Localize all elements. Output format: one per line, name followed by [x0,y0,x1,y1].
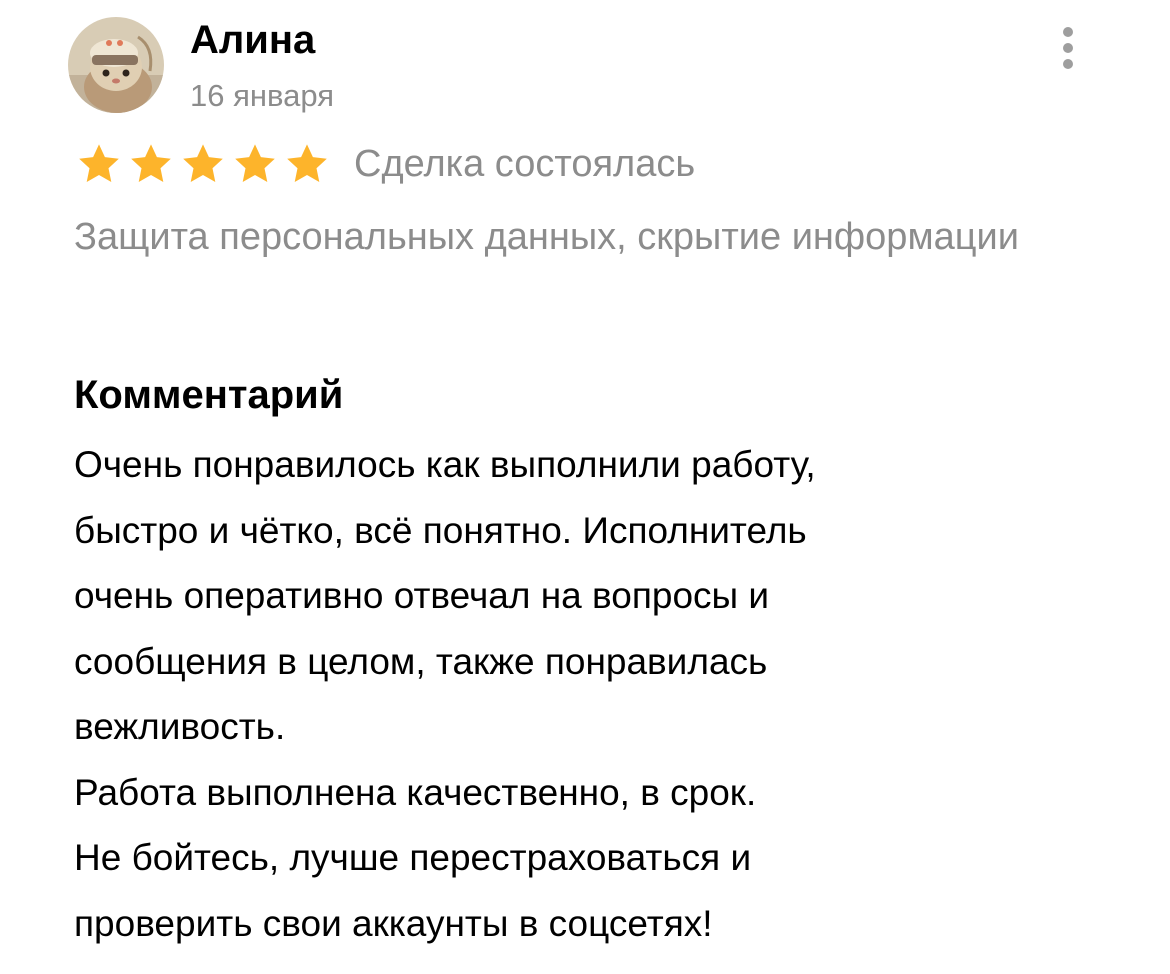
comment-line: сообщения в целом, также понравилась [74,640,768,682]
avatar[interactable] [68,17,164,113]
rating-stars [74,140,332,188]
rating-row: Сделка состоялась [74,138,695,190]
comment-line: вежливость. [74,706,286,747]
deal-status: Сделка состоялась [354,143,696,185]
star-icon [79,144,119,182]
star-icon [235,144,275,182]
comment-line: проверить свои аккаунты в соцсетях! [74,902,713,944]
star-icon [183,144,223,182]
comment-line: Не бойтесь, лучше перестраховаться и [74,837,752,878]
more-vertical-icon-dot [1063,43,1073,53]
comment-line: очень оперативно отвечал на вопросы и [74,575,770,616]
comment-line: Работа выполнена качественно, в срок. [74,771,757,813]
comment-heading: Комментарий [74,373,344,417]
review-date: 16 января [190,78,335,113]
service-title[interactable]: Защита персональных данных, скрытие инфо… [74,206,1074,268]
star-icon [287,144,327,182]
review-card: Алина 16 января Сделка состоялась Защита… [0,0,1170,974]
comment-text: Очень понравилось как выполнили работу, б… [74,432,1114,956]
author-name[interactable]: Алина [190,14,315,66]
star-icon [131,144,171,182]
comment-line: быстро и чётко, всё понятно. Исполнитель [74,509,807,551]
more-vertical-icon-dot [1063,59,1073,69]
user-avatar-photo [68,17,164,113]
more-vertical-icon [1063,27,1073,37]
more-options-button[interactable] [1050,22,1086,74]
comment-line: Очень понравилось как выполнили работу, [74,444,816,485]
